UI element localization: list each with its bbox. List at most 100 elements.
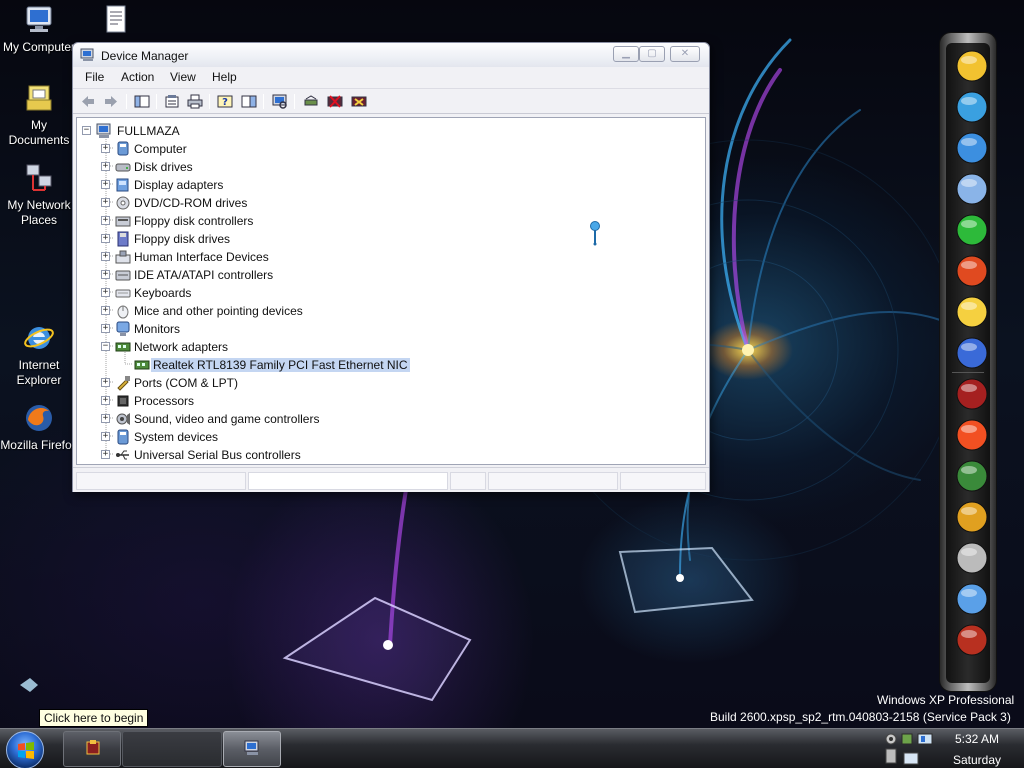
status-pane-3 [450,472,486,490]
desktop-icon-my-network-places[interactable]: My Network Places [0,162,78,228]
close-icon: ✕ [680,48,690,59]
toolbar-separator [209,94,210,109]
books-stack-icon[interactable] [953,457,991,495]
monitor-icon[interactable] [953,88,991,126]
expand-toggle[interactable]: + [101,180,110,189]
network-tray-icon [901,733,913,745]
display-adapter-icon [115,177,131,193]
msn-messenger-icon[interactable] [953,334,991,372]
disable-device-icon [327,95,343,108]
expand-toggle[interactable]: + [101,198,110,207]
device-manager-title-icon [80,48,96,62]
print-icon [187,94,203,109]
dock-track [946,43,990,683]
minimize-button[interactable]: ▁ [613,46,639,62]
processor-icon [115,393,131,409]
sound-icon [115,411,131,427]
status-bar [73,467,709,492]
scan-hardware-button[interactable] [271,93,289,110]
video-clip-icon[interactable] [953,375,991,413]
desktop-icon-internet-explorer[interactable]: Internet Explorer [0,322,78,388]
expand-toggle[interactable]: + [101,396,110,405]
desktop-icon-mozilla-firefox[interactable]: Mozilla Firefox [0,402,78,453]
desktop-icon-notepad-file[interactable] [78,4,154,40]
expand-toggle[interactable]: + [101,270,110,279]
messenger-smiley-icon[interactable] [953,293,991,331]
device-manager-window[interactable]: Device Manager ▁ ▢ ✕ File Action View He… [72,42,710,492]
close-button[interactable]: ✕ [670,46,700,62]
winamp-icon[interactable] [953,47,991,85]
tray-app-icon [885,748,897,764]
media-player-icon[interactable] [953,170,991,208]
monster-icon[interactable] [953,621,991,659]
menu-view[interactable]: View [170,70,196,84]
uninstall-device-button[interactable] [350,93,368,110]
show-hide-console-tree-button[interactable] [133,93,151,110]
menu-file[interactable]: File [85,70,104,84]
dock-separator [952,372,984,373]
disable-device-button[interactable] [326,93,344,110]
tree-category-label: Floppy disk controllers [134,214,254,228]
start-button[interactable] [6,731,44,768]
firefox-icon [23,402,55,434]
tree-category-label: DVD/CD-ROM drives [134,196,248,210]
media-player-classic-icon[interactable] [953,252,991,290]
minimize-icon: ▁ [622,48,630,59]
expand-toggle[interactable]: + [101,306,110,315]
collapse-toggle[interactable]: − [101,342,110,351]
dock-bar [939,32,997,692]
device-manager-task-icon [244,740,259,755]
network-tools-icon[interactable] [953,580,991,618]
tree-category-label: Monitors [134,322,181,336]
help-button[interactable]: ? [216,93,234,110]
forward-button[interactable] [102,93,120,110]
expand-toggle[interactable]: + [101,144,110,153]
mouse-icon [115,303,131,319]
paint-brushes-icon[interactable] [953,498,991,536]
maximize-button[interactable]: ▢ [639,46,665,62]
tree-category-label: System devices [134,430,219,444]
text-file-icon [100,4,132,36]
status-pane-1 [76,472,246,490]
printer-icon[interactable] [953,539,991,577]
status-pane-4 [488,472,618,490]
menu-help[interactable]: Help [212,70,237,84]
tree-category-label: Display adapters [134,178,224,192]
menu-action[interactable]: Action [121,70,154,84]
expand-toggle[interactable]: + [101,216,110,225]
monitor-icon [115,321,131,337]
update-driver-button[interactable] [302,93,320,110]
desktop-icon-my-computer[interactable]: My Computer [0,4,78,55]
properties-button[interactable] [163,93,181,110]
expand-toggle[interactable]: + [101,378,110,387]
collapse-toggle[interactable]: − [82,126,91,135]
taskbar-button-device-manager[interactable] [223,731,281,767]
properties-icon [165,95,179,108]
expand-toggle[interactable]: + [101,414,110,423]
print-button[interactable] [186,93,204,110]
expand-toggle[interactable]: + [101,162,110,171]
my-computer-icon [23,4,55,36]
computer-icon [115,141,131,157]
tree-category-label: Keyboards [134,286,192,300]
green-e-icon[interactable] [953,211,991,249]
device-tree[interactable]: − FULLMAZA + Computer + Disk drives + Display… [76,117,706,465]
title-bar[interactable]: Device Manager ▁ ▢ ✕ [73,43,709,67]
tree-category-label: Mice and other pointing devices [134,304,303,318]
tree-category-label: Sound, video and game controllers [134,412,320,426]
windows-flag-icon[interactable] [953,416,991,454]
expand-toggle[interactable]: + [101,234,110,243]
toolbar-separator [126,94,127,109]
clock-time[interactable]: 5:32 AM [955,732,999,746]
expand-toggle[interactable]: + [101,432,110,441]
expand-toggle[interactable]: + [101,252,110,261]
expand-toggle[interactable]: + [101,288,110,297]
desktop-icon-my-documents[interactable]: My Documents [0,82,78,148]
expand-toggle[interactable]: + [101,324,110,333]
taskbar-button-winrar[interactable] [63,731,121,767]
network-adapter-icon [115,339,131,355]
expand-toggle[interactable]: + [101,450,110,459]
back-button[interactable] [79,93,97,110]
internet-explorer-icon[interactable] [953,129,991,167]
show-hide-button[interactable] [240,93,258,110]
